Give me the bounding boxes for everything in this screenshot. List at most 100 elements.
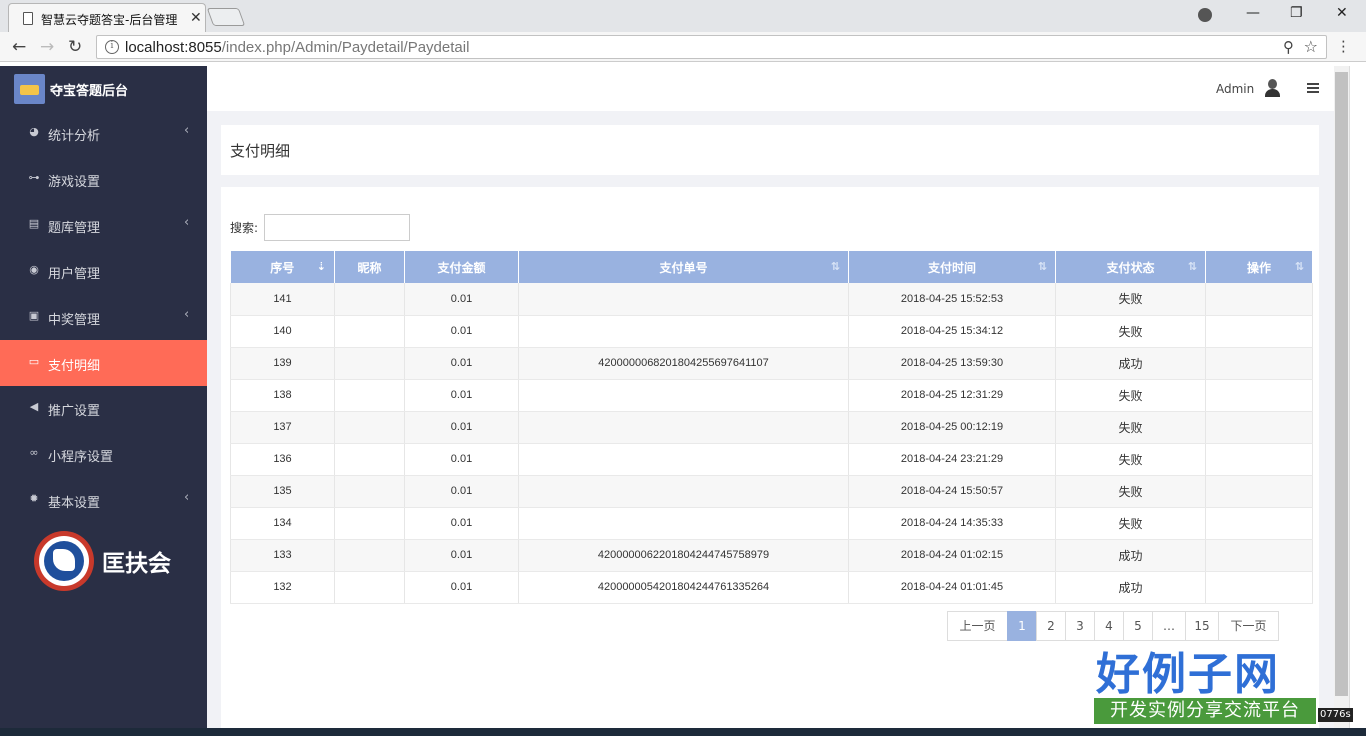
cell-order-no [518,283,849,316]
column-header-id[interactable]: 序号 ⇣ [230,251,335,283]
cell-order-no [518,379,849,412]
cell-order-no [518,475,849,508]
search-input[interactable] [264,214,410,241]
cell-amount: 0.01 [404,443,519,476]
browser-tab-strip: 智慧云夺题答宝-后台管理 ✕ — ❐ ✕ [0,0,1366,32]
page-ellipsis: … [1152,611,1186,641]
page-title: 支付明细 [230,142,291,160]
tab-close-icon[interactable]: ✕ [190,10,202,26]
brand[interactable]: 夺宝答题后台 [0,66,207,110]
column-header-order-no[interactable]: 支付单号 ⇅ [518,251,849,283]
column-header-action[interactable]: 操作 ⇅ [1205,251,1313,283]
sidebar-item-payment-details[interactable]: ▭ 支付明细 [0,340,207,386]
forward-icon[interactable]: → [40,37,54,57]
page-button[interactable]: 2 [1036,611,1066,641]
sidebar-item-label: 游戏设置 [48,175,101,190]
cell-action [1205,315,1313,348]
cell-status: 失败 [1055,283,1206,316]
cell-status: 失败 [1055,507,1206,540]
cell-status: 失败 [1055,411,1206,444]
cell-time: 2018-04-25 12:31:29 [848,379,1056,412]
cell-nickname [334,507,405,540]
scrollbar-thumb[interactable] [1335,72,1348,696]
column-header-label: 支付时间 [927,260,976,275]
sidebar-item-users[interactable]: ◉ 用户管理 [0,248,207,294]
table-header-row: 序号 ⇣ 昵称 支付金额 支付单号 ⇅ 支付时间 ⇅ 支付状态 ⇅ 操作 ⇅ [230,251,1313,283]
column-header-label: 支付金额 [437,260,486,275]
cell-amount: 0.01 [404,411,519,444]
main-content: Admin 支付明细 搜索: 序号 ⇣ 昵称 支付金额 支付单号 ⇅ 支付时间 ⇅ 支… [207,66,1334,728]
cell-order-no [518,507,849,540]
cell-time: 2018-04-25 00:12:19 [848,411,1056,444]
cell-action [1205,539,1313,572]
column-header-status[interactable]: 支付状态 ⇅ [1055,251,1206,283]
address-bar[interactable]: i localhost:8055/index.php/Admin/Paydeta… [96,35,1327,59]
cell-time: 2018-04-24 15:50:57 [848,475,1056,508]
profile-icon[interactable] [1198,8,1212,22]
minimize-icon[interactable]: — [1246,5,1260,21]
corner-text: 0776s [1318,708,1353,722]
page-button[interactable]: 4 [1094,611,1124,641]
cell-amount: 0.01 [404,475,519,508]
next-page-button[interactable]: 下一页 [1218,611,1279,641]
chevron-left-icon: ‹ [184,307,190,322]
prev-page-button[interactable]: 上一页 [947,611,1008,641]
table-row: 135 0.01 2018-04-24 15:50:57 失败 [230,475,1313,508]
page-button[interactable]: 5 [1123,611,1153,641]
sidebar-item-statistics[interactable]: ◕ 统计分析 ‹ [0,110,207,156]
column-header-label: 昵称 [357,260,382,275]
cell-nickname [334,571,405,604]
sidebar-item-label: 统计分析 [48,129,101,144]
cell-status: 失败 [1055,475,1206,508]
column-header-amount: 支付金额 [404,251,519,283]
cell-amount: 0.01 [404,315,519,348]
browser-menu-icon[interactable]: · · · [1341,35,1346,60]
sidebar-item-prizes[interactable]: ▣ 中奖管理 ‹ [0,294,207,340]
chevron-left-icon: ‹ [184,123,190,138]
sidebar-item-mini-program[interactable]: ∞ 小程序设置 [0,431,207,477]
reload-icon[interactable]: ↻ [68,37,82,57]
cell-time: 2018-04-25 15:34:12 [848,315,1056,348]
credit-card-icon: ▭ [28,355,40,368]
sidebar-item-promotion[interactable]: ◀ 推广设置 [0,385,207,431]
zoom-icon[interactable]: ⚲ [1283,38,1294,56]
site-info-icon[interactable]: i [105,40,119,54]
hamburger-menu-icon[interactable] [1307,83,1319,93]
cell-nickname [334,347,405,380]
pie-chart-icon: ◕ [29,125,39,138]
url-text: localhost:8055/index.php/Admin/Paydetail… [125,39,469,56]
new-tab-button[interactable] [206,8,246,26]
cell-status: 失败 [1055,315,1206,348]
page-button[interactable]: 15 [1185,611,1219,641]
table-row: 136 0.01 2018-04-24 23:21:29 失败 [230,443,1313,476]
sidebar-item-question-bank[interactable]: ▤ 题库管理 ‹ [0,202,207,248]
column-header-label: 支付单号 [659,260,708,275]
cell-id: 140 [230,315,335,348]
cell-status: 成功 [1055,571,1206,604]
brand-name: 夺宝答题后台 [50,84,129,99]
sidebar-item-game-settings[interactable]: ⊶ 游戏设置 [0,156,207,202]
sidebar-item-label: 基本设置 [48,496,101,511]
table-row: 138 0.01 2018-04-25 12:31:29 失败 [230,379,1313,412]
sort-desc-icon: ⇣ [316,260,326,273]
browser-tab[interactable]: 智慧云夺题答宝-后台管理 ✕ [8,3,206,32]
url-path: /index.php/Admin/Paydetail/Paydetail [221,39,470,56]
admin-name[interactable]: Admin [1216,82,1254,96]
window-close-icon[interactable]: ✕ [1336,5,1348,21]
sidebar-item-label: 题库管理 [48,221,101,236]
bookmark-star-icon[interactable]: ☆ [1304,37,1318,56]
table-row: 139 0.01 4200000068201804255697641107 20… [230,347,1313,380]
cell-status: 失败 [1055,379,1206,412]
restore-icon[interactable]: ❐ [1290,5,1303,21]
page-button[interactable]: 3 [1065,611,1095,641]
sidebar-item-label: 推广设置 [48,404,101,419]
page-button[interactable]: 1 [1007,611,1037,641]
cell-time: 2018-04-24 01:02:15 [848,539,1056,572]
back-icon[interactable]: ← [12,37,26,57]
cell-id: 134 [230,507,335,540]
column-header-time[interactable]: 支付时间 ⇅ [848,251,1056,283]
cell-action [1205,443,1313,476]
vertical-scrollbar[interactable] [1334,66,1349,728]
sidebar-item-basic-settings[interactable]: ✹ 基本设置 ‹ [0,477,207,523]
avatar[interactable] [1264,78,1280,98]
